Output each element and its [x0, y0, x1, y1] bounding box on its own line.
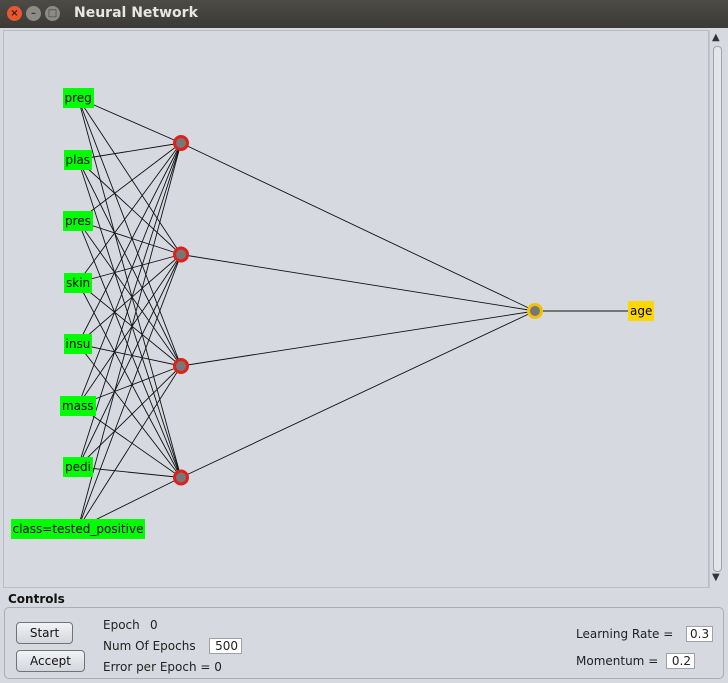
- momentum-field[interactable]: 0.2: [666, 653, 695, 669]
- scrollbar-thumb[interactable]: [713, 46, 722, 572]
- input-node-label[interactable]: mass: [60, 395, 96, 416]
- close-icon: ×: [10, 8, 19, 19]
- maximize-icon: □: [47, 8, 58, 19]
- num-epochs-label: Num Of Epochs: [103, 639, 196, 653]
- minimize-icon: –: [31, 8, 36, 19]
- neural-network-window: × – □ Neural Network preg plas pres skin ins…: [0, 0, 728, 683]
- error-per-epoch-label: Error per Epoch = 0: [103, 660, 222, 674]
- connection-hidden-3-output: [180, 310, 536, 478]
- controls-heading: Controls: [8, 592, 65, 606]
- connection-hidden-2-output: [180, 310, 536, 367]
- input-node-label[interactable]: class=tested_positive: [10, 518, 146, 539]
- output-node[interactable]: [527, 303, 543, 319]
- epoch-label: Epoch: [103, 618, 140, 632]
- accept-button[interactable]: Accept: [16, 650, 85, 672]
- connection-hidden-0-output: [180, 142, 536, 312]
- close-button[interactable]: ×: [7, 6, 22, 21]
- connection-input-0-hidden-2: [77, 97, 182, 367]
- connection-hidden-1-output: [180, 254, 536, 312]
- connection-input-2-hidden-3: [77, 220, 182, 478]
- connection-input-6-hidden-0: [77, 142, 182, 468]
- connection-input-1-hidden-0: [77, 142, 182, 160]
- controls-panel: Start Accept Epoch 0 Num Of Epochs 500 E…: [4, 607, 724, 679]
- connection-input-4-hidden-2: [77, 343, 182, 367]
- momentum-label: Momentum =: [576, 654, 659, 668]
- maximize-button[interactable]: □: [45, 6, 60, 21]
- epoch-value: 0: [150, 618, 158, 632]
- window-title: Neural Network: [74, 5, 198, 21]
- title-bar: × – □ Neural Network: [0, 0, 728, 28]
- minimize-button[interactable]: –: [26, 6, 41, 21]
- scroll-down-arrow-icon[interactable]: ▼: [712, 572, 720, 583]
- input-node-label[interactable]: pedi: [63, 457, 93, 477]
- connection-input-3-hidden-3: [77, 282, 182, 478]
- hidden-node-1[interactable]: [173, 246, 189, 263]
- hidden-node-0[interactable]: [173, 135, 189, 151]
- num-epochs-field[interactable]: 500: [209, 638, 242, 654]
- connection-input-3-hidden-0: [77, 142, 182, 283]
- input-node-label[interactable]: insu: [63, 334, 93, 354]
- network-canvas[interactable]: preg plas pres skin insu mass pedi class=tested…: [3, 30, 709, 588]
- learning-rate-field[interactable]: 0.3: [686, 626, 713, 642]
- connection-input-2-hidden-1: [77, 220, 182, 255]
- input-node-label[interactable]: preg: [62, 88, 94, 108]
- learning-rate-label: Learning Rate =: [576, 627, 674, 641]
- hidden-node-3[interactable]: [173, 469, 189, 486]
- network-graph: [77, 97, 628, 529]
- hidden-node-2[interactable]: [173, 358, 189, 374]
- input-node-label[interactable]: pres: [63, 211, 93, 231]
- start-button[interactable]: Start: [16, 622, 73, 644]
- scroll-up-arrow-icon[interactable]: ▲: [712, 32, 720, 43]
- input-node-label[interactable]: plas: [63, 149, 93, 170]
- output-node-label[interactable]: age: [628, 301, 655, 321]
- vertical-scrollbar[interactable]: ▲ ▼: [709, 30, 725, 588]
- input-node-label[interactable]: skin: [64, 272, 93, 293]
